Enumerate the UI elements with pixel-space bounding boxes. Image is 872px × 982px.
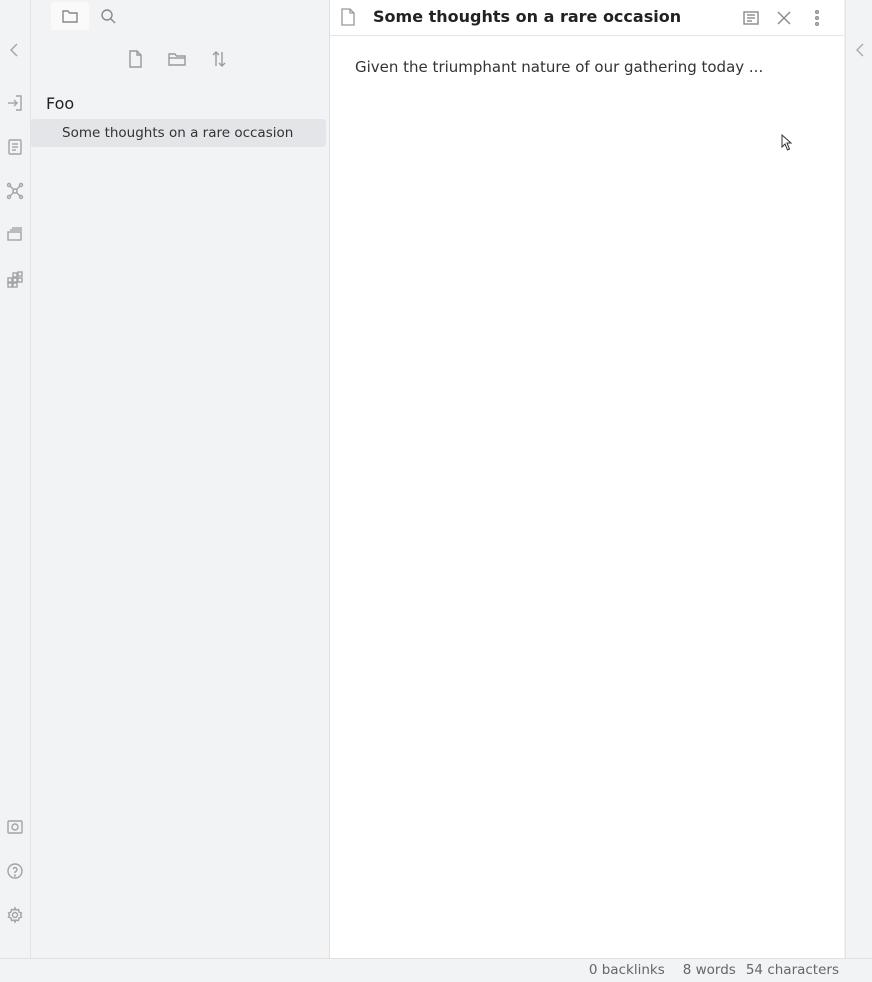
status-bar-right: 0 backlinks 8 words 54 characters <box>589 962 839 978</box>
plugins-icon[interactable] <box>5 269 25 289</box>
file-item-label: Some thoughts on a rare occasion <box>62 125 294 141</box>
word-count-group: 8 words 54 characters <box>683 962 839 978</box>
new-folder-button[interactable] <box>165 46 189 72</box>
sort-icon <box>212 51 226 67</box>
character-count: 54 characters <box>745 962 839 978</box>
help-icon[interactable] <box>5 861 25 881</box>
more-options-icon <box>814 10 819 26</box>
preview-icon <box>743 11 759 25</box>
list-item[interactable]: Some thoughts on a rare occasion <box>31 119 326 147</box>
page-title: Some thoughts on a rare occasion <box>373 7 682 26</box>
mouse-cursor-icon <box>781 133 793 156</box>
open-quick-switcher-icon[interactable] <box>5 93 25 113</box>
graph-view-icon[interactable] <box>5 181 25 201</box>
expand-right-icon[interactable] <box>853 41 867 59</box>
settings-icon[interactable] <box>5 905 25 925</box>
editor-pane: Some thoughts on a rare occasion Given t… <box>330 0 844 958</box>
close-icon <box>777 11 791 25</box>
collapse-left-icon[interactable] <box>5 40 25 60</box>
document-icon <box>340 8 356 30</box>
right-ribbon <box>845 0 872 958</box>
close-button[interactable] <box>774 8 794 28</box>
note-content[interactable]: Given the triumphant nature of our gathe… <box>355 58 763 76</box>
editor-header: Some thoughts on a rare occasion <box>330 0 844 36</box>
new-note-button[interactable] <box>123 46 147 72</box>
slides-icon[interactable] <box>5 225 25 245</box>
backlinks-count[interactable]: 0 backlinks <box>589 962 665 978</box>
file-explorer-sidebar: Foo Some thoughts on a rare occasion <box>31 0 330 958</box>
search-icon <box>101 9 116 24</box>
tab-search[interactable] <box>89 2 127 30</box>
sidebar-tabs <box>51 2 127 30</box>
file-icon <box>129 50 142 68</box>
folder-icon <box>168 53 186 66</box>
templates-icon[interactable] <box>5 137 25 157</box>
preview-button[interactable] <box>741 8 761 28</box>
tab-file-explorer[interactable] <box>51 2 89 30</box>
more-options-button[interactable] <box>807 8 827 28</box>
folder-icon <box>62 10 78 23</box>
word-count: 8 words <box>682 962 736 978</box>
vault-icon[interactable] <box>5 817 25 837</box>
status-bar: 0 backlinks 8 words 54 characters <box>0 958 872 982</box>
folder-foo[interactable]: Foo <box>46 94 74 113</box>
file-explorer-actions <box>123 46 231 72</box>
sort-button[interactable] <box>207 46 231 72</box>
left-ribbon <box>0 0 31 958</box>
